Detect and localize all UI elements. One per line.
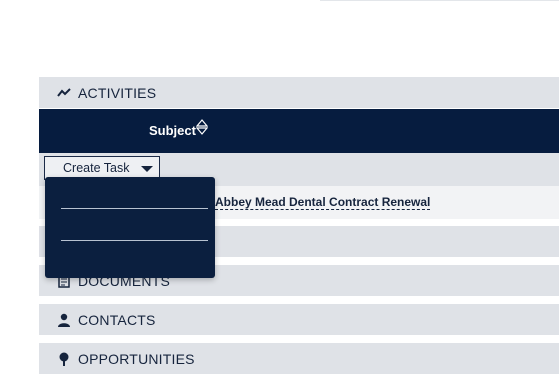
activity-icon — [56, 85, 72, 101]
person-icon — [56, 312, 72, 328]
opportunities-panel-label: OPPORTUNITIES — [78, 350, 195, 367]
activities-panel-label: ACTIVITIES — [78, 84, 157, 101]
contacts-panel-label: CONTACTS — [78, 311, 156, 328]
row-subject-link[interactable]: Abbey Mead Dental Contract Renewal — [215, 196, 431, 210]
contacts-panel-header[interactable]: CONTACTS — [39, 304, 559, 335]
subject-column-header[interactable]: Subject — [149, 123, 196, 138]
pin-icon — [56, 351, 72, 367]
chevron-down-icon[interactable] — [141, 166, 153, 172]
create-task-label: Create Task — [63, 161, 130, 175]
sort-icon[interactable] — [195, 119, 209, 140]
activities-panel-header[interactable]: ACTIVITIES — [39, 77, 559, 108]
activities-table-header: Subject — [39, 109, 559, 153]
opportunities-panel-header[interactable]: OPPORTUNITIES — [39, 343, 559, 374]
create-task-dropdown-menu — [45, 177, 215, 278]
top-divider — [320, 0, 559, 1]
dropdown-menu-item[interactable] — [61, 240, 208, 241]
dropdown-menu-item[interactable] — [61, 208, 208, 209]
